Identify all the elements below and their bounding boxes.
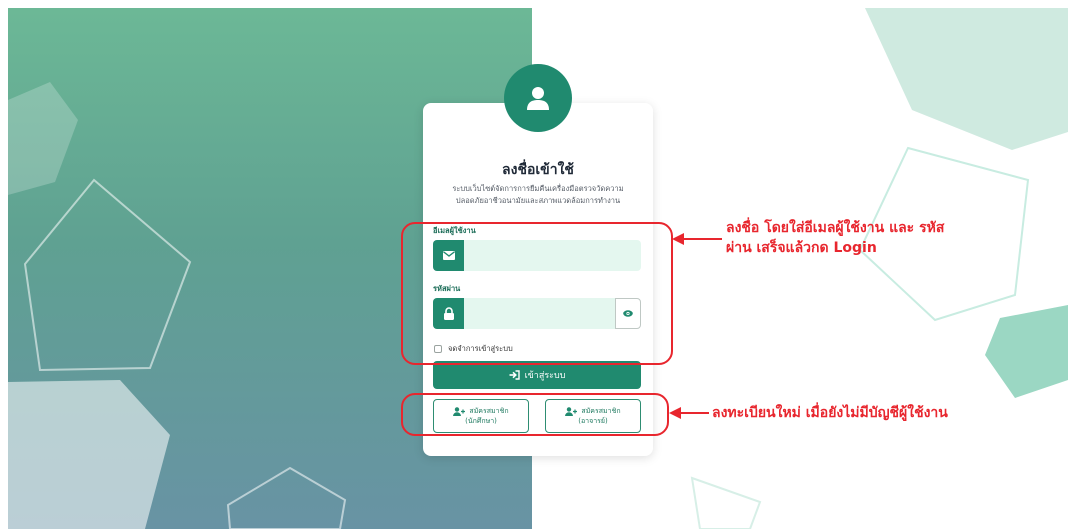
login-button[interactable]: เข้าสู่ระบบ	[433, 361, 641, 389]
register-annotation-box	[401, 393, 669, 436]
subtitle-line-2: ปลอดภัยอาชีวอนามัยและสภาพแวดล้อมการทำงาน	[455, 196, 621, 205]
login-annotation-box	[401, 222, 673, 365]
login-button-label: เข้าสู่ระบบ	[524, 371, 566, 381]
avatar	[504, 64, 572, 132]
sign-in-icon	[509, 370, 520, 380]
login-page: ลงชื่อเข้าใช้ ระบบเว็บไซต์จัดการการยืมคื…	[0, 0, 1068, 529]
login-annotation-line-1: ลงชื่อ โดยใส่อีเมลผู้ใช้งาน และ รหัส	[726, 220, 945, 236]
page-subtitle: ระบบเว็บไซต์จัดการการยืมคืนเครื่องมือตรว…	[437, 183, 639, 207]
page-title: ลงชื่อเข้าใช้	[502, 162, 574, 178]
register-annotation-text: ลงทะเบียนใหม่ เมื่อยังไม่มีบัญชีผู้ใช้งา…	[712, 405, 948, 421]
login-annotation-arrow	[672, 233, 722, 245]
login-annotation-line-2: ผ่าน เสร็จแล้วกด Login	[726, 240, 877, 256]
login-annotation-text: ลงชื่อ โดยใส่อีเมลผู้ใช้งาน และ รหัส ผ่า…	[726, 218, 944, 258]
subtitle-line-1: ระบบเว็บไซต์จัดการการยืมคืนเครื่องมือตรว…	[452, 184, 624, 193]
register-annotation-arrow	[669, 407, 709, 419]
user-icon	[527, 87, 549, 110]
